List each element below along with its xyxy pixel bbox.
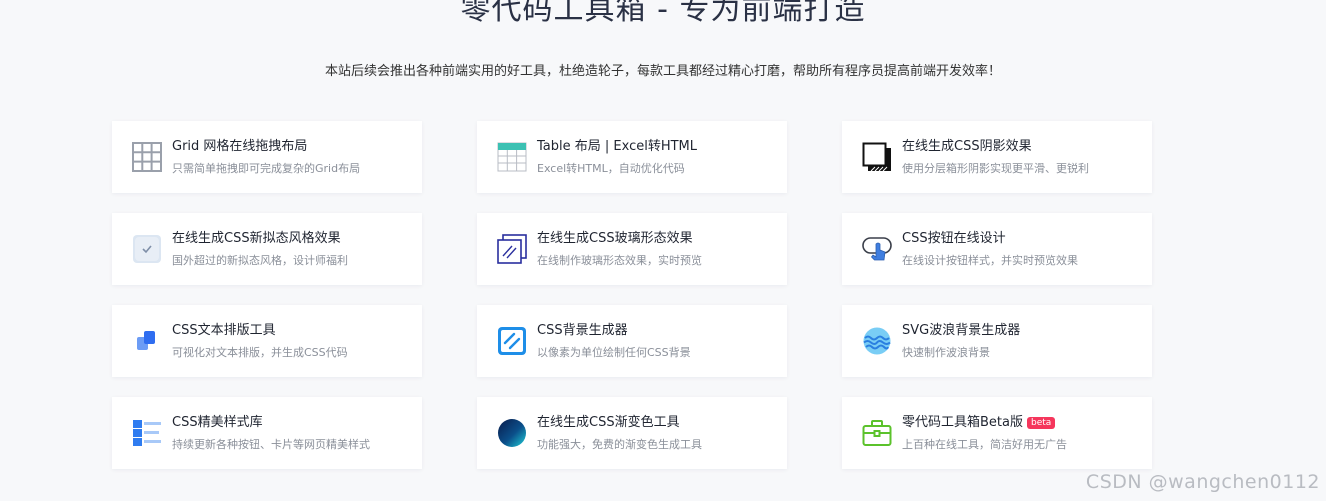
page-title: 零代码工具箱 - 专为前端打造	[460, 0, 866, 27]
tool-card-toolbox-beta[interactable]: 零代码工具箱Beta版 beta 上百种在线工具，简洁好用无广告	[842, 397, 1152, 469]
tool-desc: 只需简单拖拽即可完成复杂的Grid布局	[172, 161, 361, 175]
table-icon	[496, 141, 528, 173]
tool-name: CSS按钮在线设计	[902, 230, 1006, 246]
tool-desc: 国外超过的新拟态风格，设计师福利	[172, 253, 348, 267]
tool-desc: 可视化对文本排版，并生成CSS代码	[172, 345, 348, 359]
neumorphism-icon	[131, 233, 163, 265]
tool-card-grid-layout[interactable]: Grid 网格在线拖拽布局 只需简单拖拽即可完成复杂的Grid布局	[112, 121, 422, 193]
tool-name: CSS文本排版工具	[172, 322, 276, 338]
pattern-icon	[496, 325, 528, 357]
tool-name: 在线生成CSS玻璃形态效果	[537, 230, 693, 246]
toolbox-icon	[861, 417, 893, 449]
tool-name: CSS精美样式库	[172, 414, 263, 430]
tool-name-row: 零代码工具箱Beta版 beta	[902, 414, 1067, 432]
tool-card-svg-wave[interactable]: SVG波浪背景生成器 快速制作波浪背景	[842, 305, 1152, 377]
glass-icon	[496, 233, 528, 265]
tool-card-text-layout[interactable]: CSS文本排版工具 可视化对文本排版，并生成CSS代码	[112, 305, 422, 377]
grid-icon	[131, 141, 163, 173]
tool-card-style-library[interactable]: CSS精美样式库 持续更新各种按钮、卡片等网页精美样式	[112, 397, 422, 469]
tool-desc: 在线设计按钮样式，并实时预览效果	[902, 253, 1078, 267]
tool-card-neumorphism[interactable]: 在线生成CSS新拟态风格效果 国外超过的新拟态风格，设计师福利	[112, 213, 422, 285]
tool-desc: 以像素为单位绘制任何CSS背景	[537, 345, 691, 359]
button-click-icon	[861, 233, 893, 265]
tool-desc: 功能强大，免费的渐变色生成工具	[537, 437, 702, 451]
watermark: CSDN @wangchen0112	[1085, 471, 1320, 493]
tool-card-gradient[interactable]: 在线生成CSS渐变色工具 功能强大，免费的渐变色生成工具	[477, 397, 787, 469]
tool-card-shadow[interactable]: 在线生成CSS阴影效果 使用分层箱形阴影实现更平滑、更锐利	[842, 121, 1152, 193]
text-layout-icon	[131, 325, 163, 357]
tool-card-glassmorphism[interactable]: 在线生成CSS玻璃形态效果 在线制作玻璃形态效果，实时预览	[477, 213, 787, 285]
gradient-icon	[496, 417, 528, 449]
tool-name: Table 布局 | Excel转HTML	[537, 138, 698, 154]
tool-desc: Excel转HTML，自动优化代码	[537, 161, 685, 175]
wave-icon	[861, 325, 893, 357]
tool-grid: Grid 网格在线拖拽布局 只需简单拖拽即可完成复杂的Grid布局 Table …	[112, 121, 1152, 469]
style-list-icon	[131, 417, 163, 449]
page: 零代码工具箱 - 专为前端打造 本站后续会推出各种前端实用的好工具，杜绝造轮子，…	[0, 0, 1326, 501]
tool-name: CSS背景生成器	[537, 322, 628, 338]
tool-name: 在线生成CSS阴影效果	[902, 138, 1032, 154]
tool-name: 在线生成CSS新拟态风格效果	[172, 230, 341, 246]
shadow-icon	[861, 141, 893, 173]
tool-desc: 持续更新各种按钮、卡片等网页精美样式	[172, 437, 370, 451]
tool-desc: 上百种在线工具，简洁好用无广告	[902, 437, 1067, 451]
tool-name: SVG波浪背景生成器	[902, 322, 1021, 338]
page-subtitle: 本站后续会推出各种前端实用的好工具，杜绝造轮子，每款工具都经过精心打磨，帮助所有…	[324, 64, 1001, 79]
tool-name: 零代码工具箱Beta版	[902, 414, 1023, 430]
tool-desc: 在线制作玻璃形态效果，实时预览	[537, 253, 702, 267]
tool-desc: 使用分层箱形阴影实现更平滑、更锐利	[902, 161, 1089, 175]
tool-card-table-layout[interactable]: Table 布局 | Excel转HTML Excel转HTML，自动优化代码	[477, 121, 787, 193]
beta-badge: beta	[1026, 416, 1056, 429]
tool-card-background[interactable]: CSS背景生成器 以像素为单位绘制任何CSS背景	[477, 305, 787, 377]
tool-name: Grid 网格在线拖拽布局	[172, 138, 308, 154]
tool-name: 在线生成CSS渐变色工具	[537, 414, 680, 430]
tool-desc: 快速制作波浪背景	[902, 345, 990, 359]
tool-card-button-design[interactable]: CSS按钮在线设计 在线设计按钮样式，并实时预览效果	[842, 213, 1152, 285]
